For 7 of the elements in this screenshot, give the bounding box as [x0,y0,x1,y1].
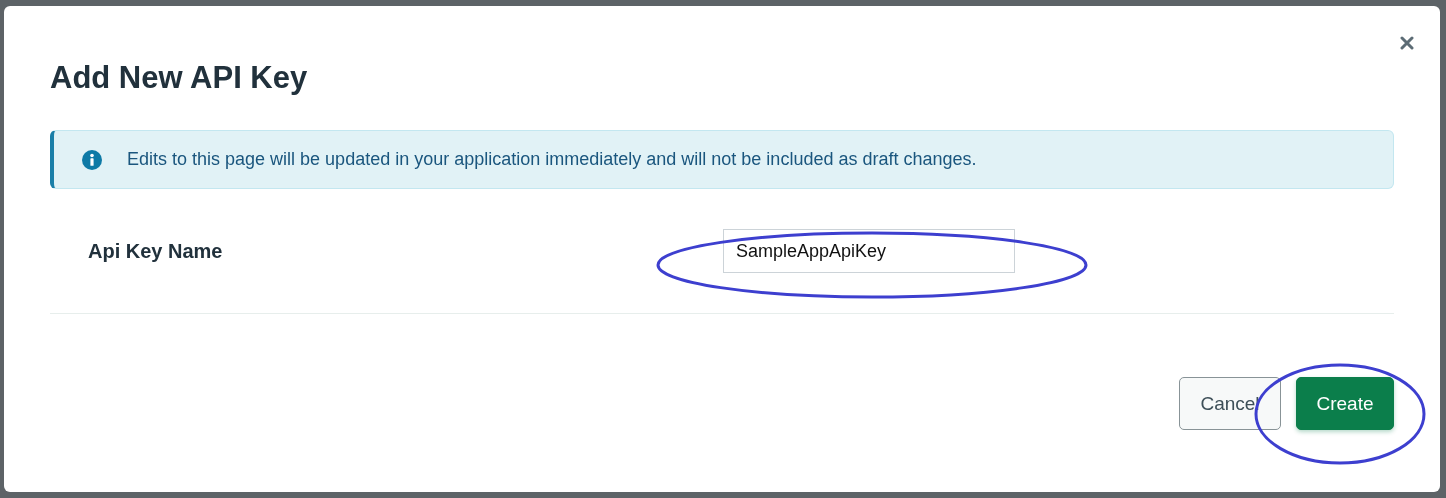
create-button[interactable]: Create [1296,377,1394,430]
info-message: Edits to this page will be updated in your application immediately and will not be included as draft changes. [127,149,977,170]
api-key-name-field[interactable]: SampleAppApiKey [723,229,1015,273]
close-icon[interactable] [1400,36,1414,50]
info-icon [82,149,102,170]
field-label: Api Key Name [88,239,224,263]
dialog-title: Add New API Key [50,59,308,97]
